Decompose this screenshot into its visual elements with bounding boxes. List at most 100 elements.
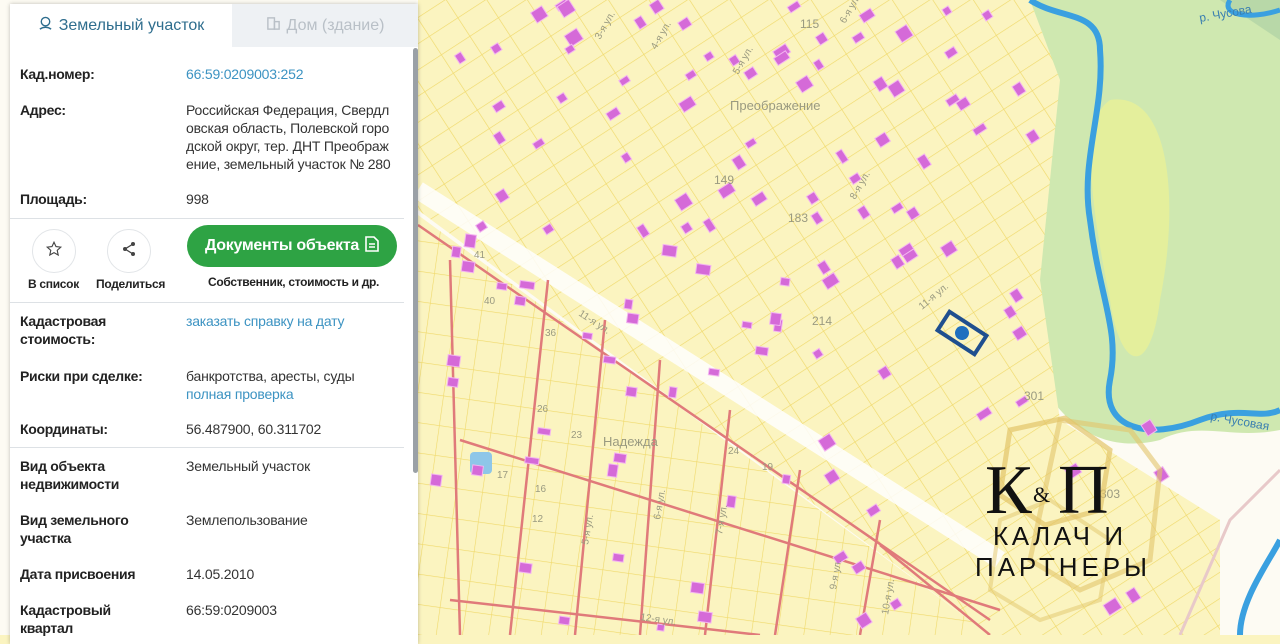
add-to-list-button[interactable] [32,229,76,273]
building [495,281,508,291]
label: Вид объекта недвижимости [20,458,120,492]
building [754,345,770,357]
area-value: 998 [186,191,209,207]
tab-label: Дом (здание) [286,16,385,34]
building [769,311,783,327]
documents-label: Документы объекта [204,237,360,254]
documents-subtitle: Собственник, стоимость и др. [208,275,380,289]
building [623,298,634,310]
building [689,581,706,595]
settlement-label: Преображение [730,98,821,113]
parcel-number: 12 [532,514,544,525]
map-pin-icon [38,16,53,36]
divider [10,302,404,303]
address-line: овская область, Полевской горо [186,120,390,136]
cad-number-link[interactable]: 66:59:0209003:252 [186,65,406,83]
label: Площадь: [20,191,87,207]
building [470,464,484,477]
value: 14.05.2010 [186,566,255,582]
building [611,552,625,563]
building [460,260,476,274]
parcel-number: 17 [497,470,509,481]
building [694,263,712,277]
value: Землепользование [186,512,308,528]
label: Координаты: [20,421,108,437]
building [429,473,443,488]
risks-text: банкротства, аресты, суды [186,368,355,384]
building [661,243,678,258]
svg-text:К: К [985,452,1032,529]
documents-button[interactable]: Документы объекта [187,225,397,267]
address-line: Российская Федерация, Свердл [186,102,390,118]
building [602,355,617,365]
building [612,452,628,464]
building [779,276,791,287]
building [606,463,619,478]
share-label[interactable]: Поделиться [96,277,165,291]
building [446,353,462,368]
parcel-number: 19 [762,462,774,473]
building [536,427,552,436]
building [446,376,460,388]
building [707,367,721,377]
building [625,312,640,325]
document-icon [365,235,379,257]
label: Кад.номер: [20,66,95,82]
building [524,456,540,466]
building [696,610,713,624]
full-check-link[interactable]: полная проверка [186,385,406,403]
coords-value: 56.487900, 60.311702 [186,421,322,437]
address-value: Российская Федерация, Свердл овская обла… [186,101,406,173]
value: Земельный участок [186,458,311,474]
star-icon [45,240,63,263]
building [557,615,571,626]
settlement-label: Надежда [603,434,659,449]
svg-text:&: & [1033,482,1050,507]
divider [10,218,404,219]
order-certificate-link[interactable]: заказать справку на дату [186,312,406,330]
parcel-number: 36 [545,328,557,339]
svg-text:КАЛАЧ И: КАЛАЧ И [993,521,1123,551]
svg-text:П: П [1058,452,1109,529]
parcel-number: 16 [535,484,547,495]
parcel-number: 24 [728,446,740,457]
value: 66:59:0209003 [186,602,277,618]
address-line: дской округ, тер. ДНТ Преображ [186,138,389,154]
risks-value: банкротства, аресты, суды полная проверк… [186,367,406,403]
parcel-number: 40 [484,296,496,307]
label: Кадастровый квартал [20,602,111,636]
tab-building[interactable]: Дом (здание) [232,4,418,47]
building [463,233,478,249]
parcel-number: 183 [788,211,808,225]
scrollbar[interactable] [413,48,418,473]
label: Вид земельного участка [20,512,129,546]
divider [10,447,404,448]
building [667,386,678,399]
building [513,295,527,307]
parcel-number: 301 [1024,389,1044,403]
share-icon [121,241,137,262]
share-button[interactable] [107,229,151,273]
building [741,320,753,330]
building-icon [266,16,281,36]
parcel-number: 23 [571,430,583,441]
tab-label: Земельный участок [58,16,205,34]
parcel-number: 115 [800,17,819,31]
object-info-panel: Земельный участок Дом (здание) Кад.номер… [10,4,418,644]
label: Кадастровая стоимость: [20,313,106,347]
building [581,331,594,341]
building [450,245,462,259]
building [781,473,792,485]
parcel-number: 149 [714,173,734,187]
building [624,385,638,398]
address-line: ение, земельный участок № 280 [186,156,391,172]
label: Риски при сделке: [20,368,143,384]
tab-land-plot[interactable]: Земельный участок [10,4,232,47]
parcel-number: 26 [537,404,549,415]
add-to-list-label[interactable]: В список [28,277,79,291]
label: Адрес: [20,102,66,118]
building [518,279,536,291]
building [518,561,533,575]
parcel-number: 41 [474,250,486,261]
parcel-number: 214 [812,314,832,328]
